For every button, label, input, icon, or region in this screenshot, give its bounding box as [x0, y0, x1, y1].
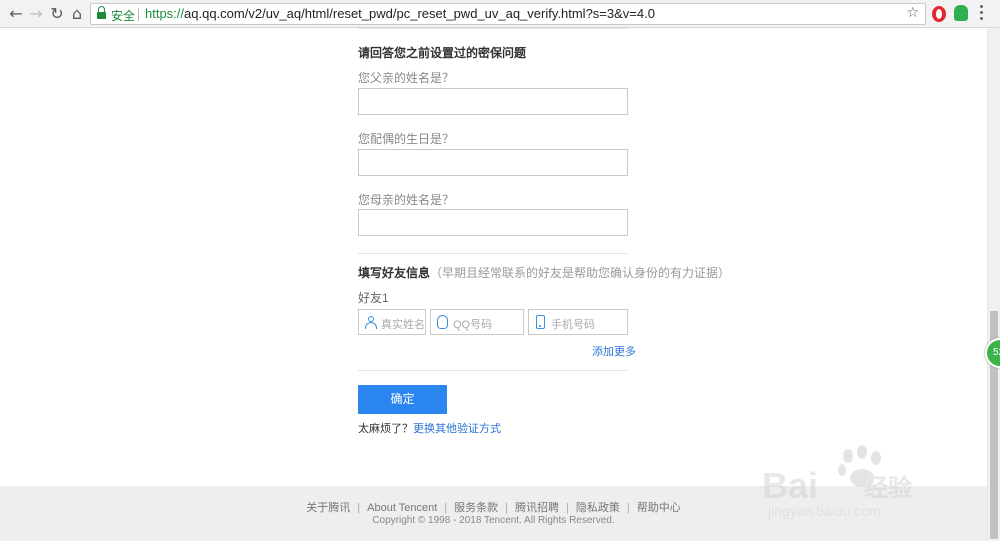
browser-toolbar: ← → ↻ ⌂ 安全 https://aq.qq.com/v2/uv_aq/ht…	[0, 0, 1000, 28]
confirm-button[interactable]: 确定	[358, 385, 447, 414]
url-scheme: https://	[145, 6, 185, 21]
baidu-jingyan-watermark: Bai 经验 jingyan.baidu.com	[762, 445, 912, 519]
friend-name-input[interactable]: 真实姓名	[358, 309, 426, 335]
footer-separator: |	[626, 502, 630, 514]
footer-link-privacy[interactable]: 隐私政策	[576, 502, 620, 514]
footer-link-about-en[interactable]: About Tencent	[367, 502, 437, 514]
security-questions-title: 请回答您之前设置过的密保问题	[358, 46, 527, 60]
footer-separator: |	[357, 502, 361, 514]
browser-menu-icon[interactable]	[980, 5, 984, 21]
opera-extension-icon[interactable]	[932, 6, 946, 22]
alternative-prefix: 太麻烦了？	[358, 423, 413, 435]
section-divider	[358, 253, 628, 254]
question-1-label: 您父亲的姓名是？	[358, 71, 455, 85]
address-bar[interactable]: 安全 https://aq.qq.com/v2/uv_aq/html/reset…	[90, 3, 926, 25]
top-divider	[358, 28, 628, 29]
watermark-brand: Bai	[762, 465, 818, 506]
question-1-input[interactable]	[358, 88, 628, 115]
watermark-brand-tail: 经验	[864, 474, 912, 502]
person-icon	[365, 316, 377, 329]
question-3-input[interactable]	[358, 209, 628, 236]
phone-icon	[536, 315, 545, 329]
qq-penguin-icon	[437, 315, 448, 329]
footer-link-help[interactable]: 帮助中心	[637, 502, 681, 514]
footer-separator: |	[444, 502, 448, 514]
footer-link-about-cn[interactable]: 关于腾讯	[306, 502, 350, 514]
watermark-site: jingyan.baidu.com	[767, 503, 881, 519]
change-verify-method-link[interactable]: 更换其他验证方式	[413, 423, 501, 435]
friend-info-heading: 填写好友信息	[358, 266, 431, 280]
friend-divider	[358, 370, 628, 371]
friend-qq-placeholder: QQ号码	[453, 319, 493, 331]
home-icon[interactable]: ⌂	[67, 4, 87, 24]
url-path: aq.qq.com/v2/uv_aq/html/reset_pwd/pc_res…	[184, 6, 655, 21]
friend-1-label: 好友1	[358, 291, 389, 305]
friend-qq-input[interactable]: QQ号码	[430, 309, 524, 335]
question-3-label: 您母亲的姓名是？	[358, 193, 455, 207]
reload-icon[interactable]: ↻	[47, 4, 67, 24]
alternative-verify-line: 太麻烦了？更换其他验证方式	[358, 420, 501, 436]
footer-separator: |	[505, 502, 508, 514]
question-2-label: 您配偶的生日是？	[358, 132, 455, 146]
evernote-extension-icon[interactable]	[954, 5, 968, 21]
forward-arrow-icon[interactable]: →	[26, 4, 46, 24]
add-more-link[interactable]: 添加更多	[592, 343, 636, 359]
footer-separator: |	[566, 502, 569, 514]
footer-link-terms[interactable]: 服务条款	[454, 502, 498, 514]
question-2-input[interactable]	[358, 149, 628, 176]
lock-icon	[97, 6, 106, 19]
footer-link-careers[interactable]: 腾讯招聘	[515, 502, 559, 514]
page-scrollbar[interactable]	[987, 28, 1000, 541]
url-text[interactable]: https://aq.qq.com/v2/uv_aq/html/reset_pw…	[145, 6, 655, 21]
friend-info-title: 填写好友信息（早期且经常联系的好友是帮助您确认身份的有力证据）	[358, 264, 730, 281]
friend-phone-placeholder: 手机号码	[551, 319, 595, 331]
bookmark-star-icon[interactable]: ☆	[906, 5, 919, 21]
secure-label: 安全	[111, 9, 136, 23]
back-arrow-icon[interactable]: ←	[6, 4, 26, 24]
friend-info-hint: （早期且经常联系的好友是帮助您确认身份的有力证据）	[430, 266, 731, 280]
friend-name-placeholder: 真实姓名	[381, 319, 425, 331]
friend-phone-input[interactable]: 手机号码	[528, 309, 628, 335]
address-separator	[138, 8, 139, 21]
